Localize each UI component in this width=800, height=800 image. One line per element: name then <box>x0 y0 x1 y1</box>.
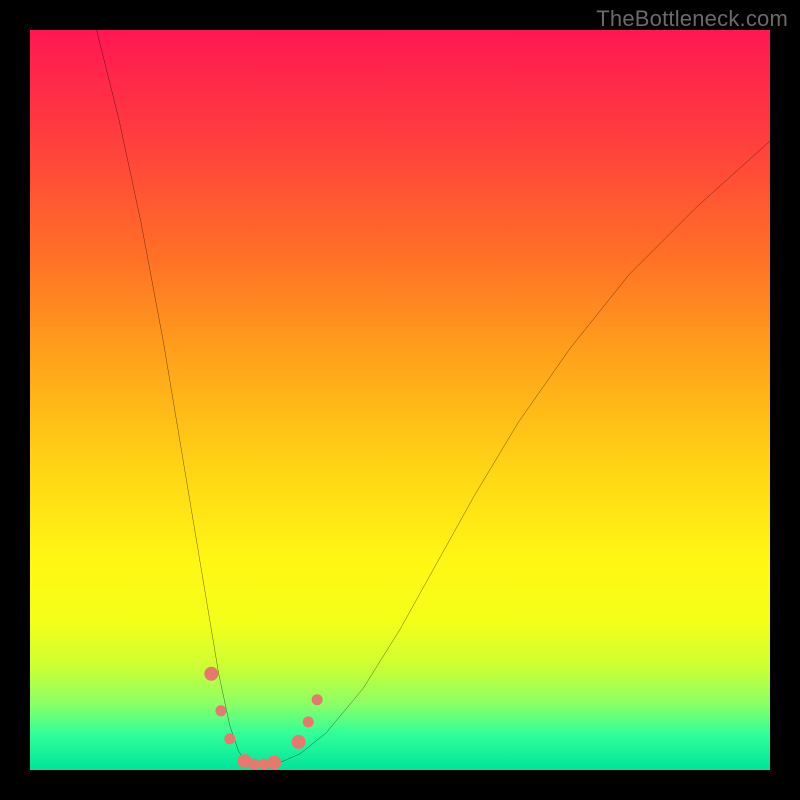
highlight-dot <box>224 733 235 744</box>
highlight-dot <box>249 759 260 770</box>
highlight-dot <box>215 705 226 716</box>
plot-area <box>30 30 770 770</box>
plot-overlay <box>30 30 770 770</box>
highlight-dot <box>204 667 218 681</box>
watermark-text: TheBottleneck.com <box>596 6 788 32</box>
bottleneck-curve <box>97 30 770 764</box>
marker-layer <box>204 667 322 770</box>
chart-frame: TheBottleneck.com <box>0 0 800 800</box>
highlight-dot <box>312 694 323 705</box>
highlight-dot <box>292 735 306 749</box>
highlight-dot <box>267 756 281 770</box>
highlight-dot <box>303 716 314 727</box>
